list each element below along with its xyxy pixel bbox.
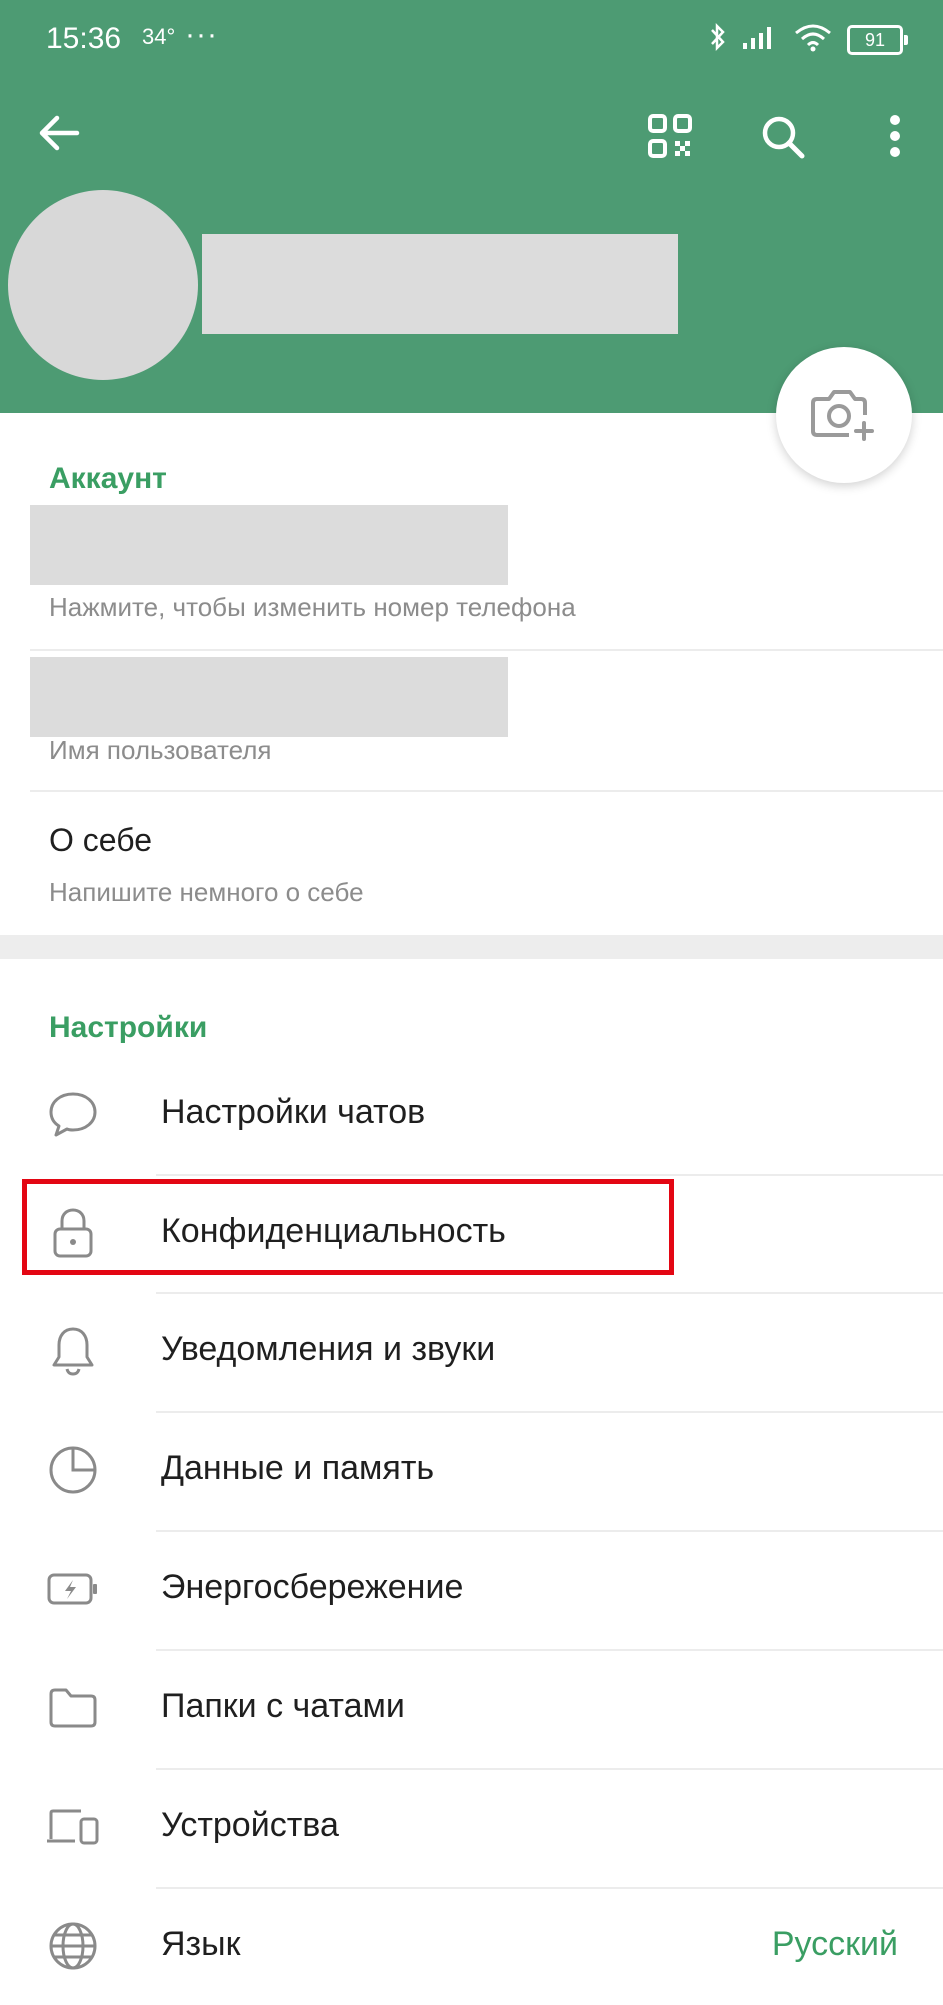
divider (30, 649, 943, 651)
search-button[interactable] (758, 114, 808, 164)
status-temperature: 34° (142, 24, 176, 49)
chat-bubble-icon (44, 1085, 102, 1143)
folder-icon (44, 1679, 102, 1737)
set-photo-button[interactable] (776, 347, 912, 483)
arrow-left-icon (37, 113, 81, 158)
menu-item-devices[interactable]: Устройства (0, 1768, 943, 1886)
menu-label: Устройства (161, 1806, 339, 1844)
menu-item-chat-folders[interactable]: Папки с чатами (0, 1649, 943, 1767)
more-vertical-icon (889, 114, 901, 163)
highlight-box (22, 1179, 674, 1275)
menu-label: Настройки чатов (161, 1093, 426, 1131)
more-menu-button[interactable] (880, 112, 910, 164)
menu-label: Язык (161, 1925, 241, 1963)
qr-code-icon (647, 113, 693, 164)
phone-hint: Нажмите, чтобы изменить номер телефона (49, 592, 576, 622)
back-button[interactable] (34, 110, 84, 160)
menu-item-data-storage[interactable]: Данные и память (0, 1411, 943, 1529)
globe-icon (44, 1917, 102, 1975)
status-icons: 91 (709, 22, 908, 57)
battery-indicator: 91 (847, 24, 908, 55)
menu-item-chat-settings[interactable]: Настройки чатов (0, 1055, 943, 1173)
menu-item-notifications[interactable]: Уведомления и звуки (0, 1292, 943, 1410)
profile-name-redacted (202, 234, 678, 334)
devices-icon (44, 1798, 102, 1856)
pie-chart-icon (44, 1441, 102, 1499)
language-value: Русский (771, 1925, 898, 1963)
section-separator (0, 935, 943, 959)
qr-code-button[interactable] (646, 113, 694, 164)
phone-number-redacted[interactable] (30, 505, 508, 585)
about-hint: Напишите немного о себе (49, 877, 364, 907)
camera-add-icon (809, 383, 879, 448)
username-redacted[interactable] (30, 657, 508, 737)
status-more-indicator: ··· (185, 18, 218, 51)
about-label[interactable]: О себе (49, 822, 152, 859)
menu-item-language[interactable]: Язык Русский (0, 1887, 943, 2005)
account-section-title: Аккаунт (49, 462, 167, 495)
battery-bolt-icon (44, 1560, 102, 1618)
signal-icon (741, 23, 779, 56)
menu-label: Папки с чатами (161, 1687, 405, 1725)
settings-section-title: Настройки (49, 1011, 208, 1044)
menu-label: Уведомления и звуки (161, 1330, 496, 1368)
profile-header: 15:36 34° ··· 91 (0, 0, 943, 413)
wifi-icon (793, 22, 833, 57)
bell-icon (44, 1322, 102, 1380)
menu-label: Энергосбережение (161, 1568, 464, 1606)
avatar[interactable] (8, 190, 198, 380)
menu-item-power-saving[interactable]: Энергосбережение (0, 1530, 943, 1648)
bluetooth-icon (709, 22, 727, 57)
username-hint: Имя пользователя (49, 735, 272, 765)
status-time: 15:36 (46, 22, 122, 55)
search-icon (760, 114, 806, 165)
divider (30, 790, 943, 792)
menu-label: Данные и память (161, 1449, 435, 1487)
